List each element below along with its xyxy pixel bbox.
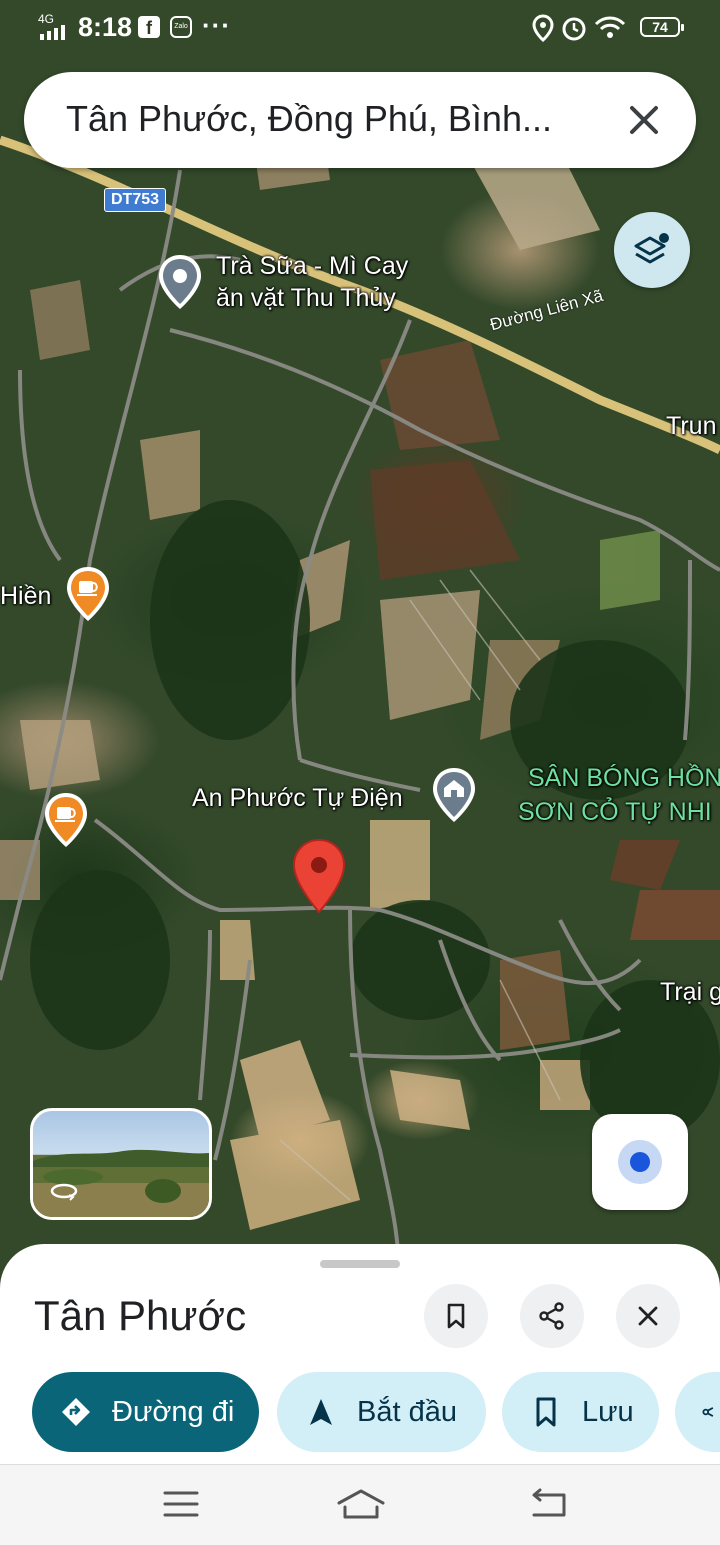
zalo-icon: Zalo xyxy=(170,16,192,38)
rotate-360-icon xyxy=(50,1183,78,1201)
share-icon xyxy=(539,1302,564,1330)
directions-label: Đường đi xyxy=(112,1395,235,1428)
location-icon xyxy=(532,14,554,42)
street-view-thumbnail[interactable] xyxy=(30,1108,212,1220)
back-icon[interactable] xyxy=(528,1487,568,1521)
clock: 8:18 xyxy=(78,12,133,42)
place-label-trai[interactable]: Trại g xyxy=(660,978,720,1007)
bookmark-icon xyxy=(447,1303,465,1329)
my-location-button[interactable] xyxy=(592,1114,688,1210)
layers-button[interactable] xyxy=(614,212,690,288)
search-query[interactable]: Tân Phước, Đồng Phú, Bình... xyxy=(66,98,586,140)
close-icon xyxy=(638,1306,658,1326)
search-bar[interactable]: Tân Phước, Đồng Phú, Bình... xyxy=(24,72,696,168)
directions-icon xyxy=(62,1398,90,1426)
sheet-drag-handle[interactable] xyxy=(320,1260,400,1268)
share-chip-button[interactable] xyxy=(675,1372,720,1452)
directions-button[interactable]: Đường đi xyxy=(32,1372,259,1452)
status-bar: 4G 8:18 f Zalo ··· 74 xyxy=(0,0,720,56)
menu-icon[interactable] xyxy=(162,1487,200,1521)
my-location-icon xyxy=(618,1140,662,1184)
home-icon[interactable] xyxy=(336,1487,386,1521)
wifi-icon xyxy=(594,16,626,38)
close-icon[interactable] xyxy=(620,96,668,144)
share-button[interactable] xyxy=(520,1284,584,1348)
layers-icon xyxy=(634,233,669,264)
place-title: Tân Phước xyxy=(34,1292,247,1339)
share-icon xyxy=(702,1407,714,1417)
save-button[interactable]: Lưu xyxy=(502,1372,659,1452)
place-label-san-bong-line1[interactable]: SÂN BÓNG HỒN xyxy=(528,764,720,793)
poi-label-milk-tea-line1[interactable]: Trà Sữa - Mì Cay xyxy=(216,252,408,281)
place-label-hien[interactable]: Hiền xyxy=(0,582,51,611)
system-navigation-bar xyxy=(0,1464,720,1545)
save-label: Lưu xyxy=(582,1395,634,1428)
start-label: Bắt đầu xyxy=(357,1395,457,1428)
place-label-an-phuoc[interactable]: An Phước Tự Điện xyxy=(192,784,403,813)
satellite-map[interactable]: Trà Sữa - Mì Cay ăn vặt Thu Thủy DT753 Đ… xyxy=(0,0,720,1300)
place-label-san-bong-line2[interactable]: SƠN CỎ TỰ NHI xyxy=(518,798,712,827)
navigation-arrow-icon xyxy=(310,1399,332,1425)
signal-icon xyxy=(40,25,65,40)
poi-label-milk-tea-line2[interactable]: ăn vặt Thu Thủy xyxy=(216,284,396,313)
battery-icon: 74 xyxy=(640,17,684,37)
place-label-trun[interactable]: Trun xyxy=(666,412,716,441)
bookmark-button[interactable] xyxy=(424,1284,488,1348)
alarm-icon xyxy=(562,17,586,41)
close-sheet-button[interactable] xyxy=(616,1284,680,1348)
street-view-image xyxy=(33,1149,209,1217)
place-bottom-sheet[interactable]: Tân Phước Đường đi Bắt đầu Lưu xyxy=(0,1244,720,1464)
more-notifications: ··· xyxy=(202,10,231,40)
facebook-icon: f xyxy=(138,16,160,38)
bookmark-icon xyxy=(536,1397,556,1427)
start-navigation-button[interactable]: Bắt đầu xyxy=(277,1372,486,1452)
road-shield: DT753 xyxy=(104,188,167,212)
action-chips: Đường đi Bắt đầu Lưu xyxy=(0,1372,720,1452)
